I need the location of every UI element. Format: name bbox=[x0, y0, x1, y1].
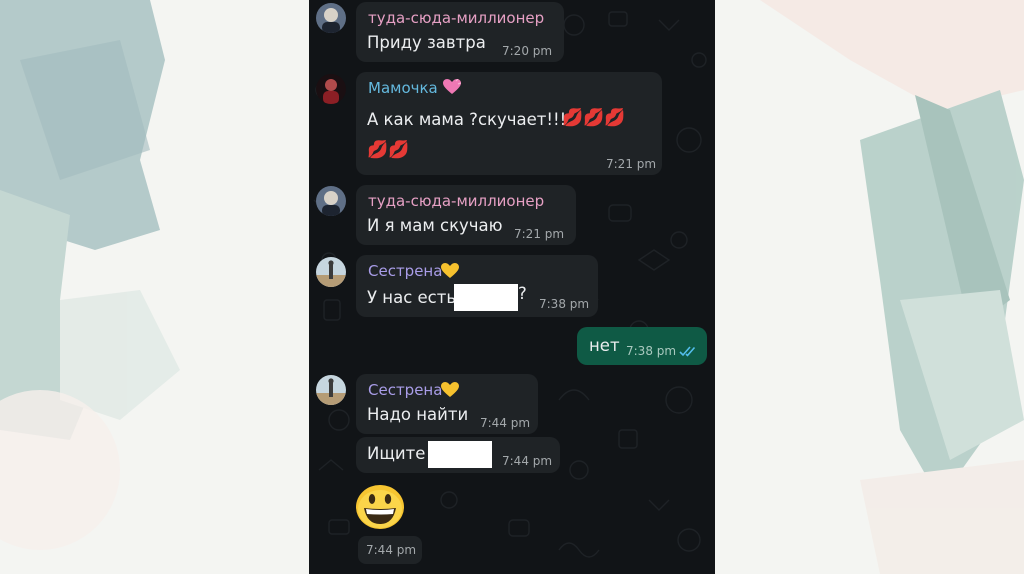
message-time: 7:38 pm bbox=[626, 344, 677, 358]
sender-name: Сестрена bbox=[368, 381, 443, 399]
message-time: 7:21 pm bbox=[606, 157, 657, 171]
kiss-emoji: 💋💋 bbox=[367, 140, 410, 160]
avatar-icon bbox=[316, 3, 346, 33]
grinning-face-icon[interactable] bbox=[355, 484, 405, 530]
message-bubble[interactable]: туда-сюда-миллионер Приду завтра 7:20 pm bbox=[356, 2, 564, 62]
sender-name: Сестрена bbox=[368, 262, 443, 280]
sender-name: туда-сюда-миллионер bbox=[368, 9, 545, 27]
kiss-emoji: 💋💋💋 bbox=[562, 108, 626, 128]
message-time: 7:44 pm bbox=[480, 416, 531, 430]
avatar-millioner[interactable] bbox=[316, 3, 346, 33]
avatar-sestrena[interactable] bbox=[316, 375, 346, 405]
message-time-pill: 7:44 pm bbox=[358, 536, 422, 564]
message-time: 7:21 pm bbox=[514, 227, 565, 241]
avatar-mamochka[interactable] bbox=[316, 74, 346, 104]
yellow-heart-icon bbox=[441, 382, 459, 397]
avatar-millioner[interactable] bbox=[316, 186, 346, 216]
redacted-block bbox=[454, 284, 518, 311]
avatar-icon bbox=[316, 257, 346, 287]
avatar-icon bbox=[316, 186, 346, 216]
message-bubble[interactable]: туда-сюда-миллионер И я мам скучаю 7:21 … bbox=[356, 185, 576, 245]
avatar-icon bbox=[316, 74, 346, 104]
message-text: нет bbox=[589, 336, 620, 355]
message-text: Ищите bbox=[367, 444, 426, 463]
outgoing-message-bubble[interactable]: нет 7:38 pm bbox=[577, 327, 707, 365]
message-bubble[interactable]: Ищите 7:44 pm bbox=[356, 437, 560, 473]
heart-icon bbox=[443, 79, 461, 94]
message-bubble[interactable]: Сестрена Надо найти 7:44 pm bbox=[356, 374, 538, 434]
message-text: А как мама ?скучает!!! bbox=[367, 110, 567, 129]
message-bubble[interactable]: Сестрена У нас есть ? 7:38 pm bbox=[356, 255, 598, 317]
message-time: 7:20 pm bbox=[502, 44, 553, 58]
yellow-heart-icon bbox=[441, 263, 459, 278]
message-text: Приду завтра bbox=[367, 33, 486, 52]
avatar-sestrena[interactable] bbox=[316, 257, 346, 287]
message-bubble[interactable]: Мамочка А как мама ?скучает!!! 💋💋💋 💋💋 7:… bbox=[356, 72, 662, 175]
message-time: 7:44 pm bbox=[502, 454, 553, 468]
redacted-block bbox=[428, 441, 492, 468]
read-double-check-icon bbox=[679, 346, 696, 357]
message-text-end: ? bbox=[518, 284, 527, 303]
message-time: 7:44 pm bbox=[366, 543, 417, 557]
sender-name: туда-сюда-миллионер bbox=[368, 192, 545, 210]
message-text: И я мам скучаю bbox=[367, 216, 503, 235]
message-time: 7:38 pm bbox=[539, 297, 590, 311]
message-text: У нас есть bbox=[367, 288, 457, 307]
message-text: Надо найти bbox=[367, 405, 469, 424]
avatar-icon bbox=[316, 375, 346, 405]
chat-screen: туда-сюда-миллионер Приду завтра 7:20 pm… bbox=[309, 0, 715, 574]
sender-name: Мамочка bbox=[368, 79, 438, 97]
